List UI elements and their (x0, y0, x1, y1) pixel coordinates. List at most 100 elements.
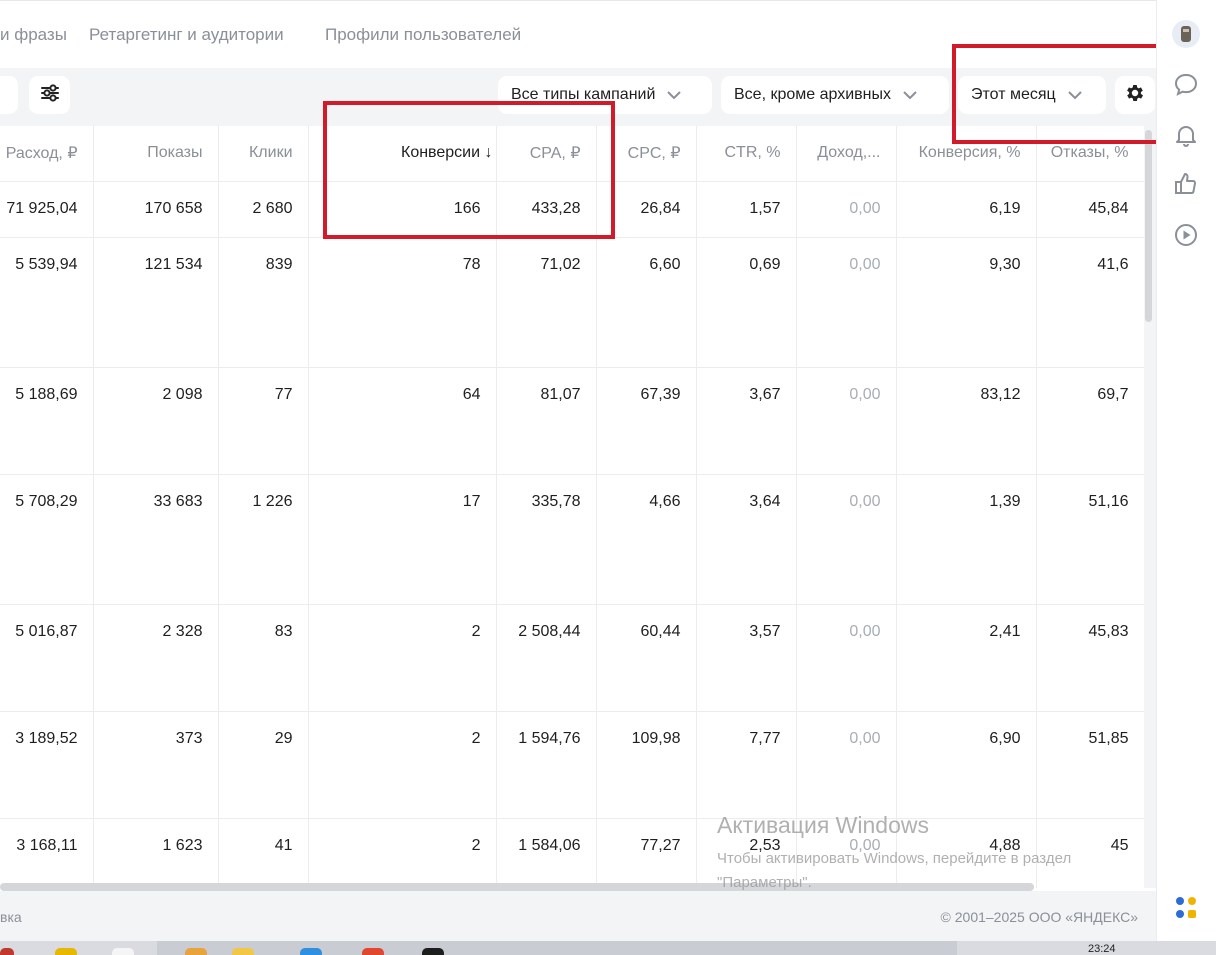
cell-impressions: 170 658 (93, 181, 219, 238)
col-header-cpc[interactable]: CPC, ₽ (596, 126, 697, 182)
tab-user-profiles[interactable]: Профили пользователей (325, 25, 521, 45)
cell-conversions: 2 (308, 711, 497, 819)
tab-phrases[interactable]: и фразы (0, 25, 67, 45)
taskbar-clock: 23:24 (1088, 943, 1116, 955)
cell-ctr: 3,67 (696, 367, 797, 475)
cell-clicks: 2 680 (218, 181, 309, 238)
footer-left-text: вка (0, 909, 22, 925)
cell-cpa: 2 508,44 (496, 604, 597, 712)
taskbar-app-icon[interactable] (232, 948, 254, 955)
cell-conversion-rate: 6,90 (896, 711, 1037, 819)
tab-retargeting[interactable]: Ретаргетинг и аудитории (89, 25, 284, 45)
services-icon[interactable] (1171, 893, 1201, 923)
page-footer: вка © 2001–2025 ООО «ЯНДЕКС» (0, 891, 1156, 941)
cell-revenue: 0,00 (796, 237, 897, 368)
cell-ctr: 0,69 (696, 237, 797, 368)
cell-conversions: 2 (308, 604, 497, 712)
col-header-revenue[interactable]: Доход,... (796, 126, 897, 182)
avatar[interactable] (1171, 19, 1201, 49)
taskbar-app-icon[interactable] (55, 948, 77, 955)
cell-bounce-rate: 69,7 (1036, 367, 1144, 475)
cell-conversion-rate: 83,12 (896, 367, 1037, 475)
status-select[interactable]: Все, кроме архивных (721, 76, 949, 114)
cell-cpa: 81,07 (496, 367, 597, 475)
cell-bounce-rate: 45,83 (1036, 604, 1144, 712)
chevron-down-icon (665, 86, 683, 104)
cell-revenue: 0,00 (796, 181, 897, 238)
bell-icon[interactable] (1171, 120, 1201, 150)
settings-button[interactable] (1115, 76, 1155, 114)
cell-clicks: 41 (218, 818, 309, 888)
filters-button[interactable] (29, 76, 70, 114)
col-header-cpa[interactable]: CPA, ₽ (496, 126, 597, 182)
chevron-down-icon (1066, 86, 1084, 104)
table-row[interactable]: 71 925,04 170 658 2 680 166 433,28 26,84 1,57 0… (0, 181, 1144, 238)
watermark-title: Активация Windows (717, 812, 929, 838)
cell-clicks: 77 (218, 367, 309, 475)
period-select[interactable]: Этот месяц (958, 76, 1106, 114)
cell-cpc: 4,66 (596, 474, 697, 605)
taskbar-app-icon[interactable] (362, 948, 384, 955)
table-row[interactable]: 5 708,29 33 683 1 226 17 335,78 4,66 3,64 0,00 1… (0, 474, 1144, 605)
vertical-scroll-thumb[interactable] (1145, 130, 1152, 322)
search-input-edge[interactable] (0, 76, 18, 114)
cell-impressions: 33 683 (93, 474, 219, 605)
taskbar-app-icon[interactable] (300, 948, 322, 955)
campaign-type-label: Все типы кампаний (511, 86, 656, 103)
cell-cpc: 67,39 (596, 367, 697, 475)
cell-clicks: 29 (218, 711, 309, 819)
cell-clicks: 83 (218, 604, 309, 712)
cell-impressions: 121 534 (93, 237, 219, 368)
cell-ctr: 1,57 (696, 181, 797, 238)
col-header-ctr[interactable]: CTR, % (696, 126, 797, 182)
cell-conversion-rate: 2,41 (896, 604, 1037, 712)
taskbar-app-icon[interactable] (422, 948, 444, 955)
watermark-line1: Чтобы активировать Windows, перейдите в … (717, 850, 1072, 867)
col-header-bounce-rate[interactable]: Отказы, % (1036, 126, 1144, 182)
play-icon[interactable] (1171, 220, 1201, 250)
cell-revenue: 0,00 (796, 711, 897, 819)
table-row[interactable]: 5 539,94 121 534 839 78 71,02 6,60 0,69 0,00 9,3… (0, 237, 1144, 368)
cell-impressions: 1 623 (93, 818, 219, 888)
table-row[interactable]: 5 188,69 2 098 77 64 81,07 67,39 3,67 0,00 83,12… (0, 367, 1144, 475)
period-label: Этот месяц (971, 86, 1056, 103)
cell-conversions: 78 (308, 237, 497, 368)
cell-bounce-rate: 51,85 (1036, 711, 1144, 819)
campaign-type-select[interactable]: Все типы кампаний (498, 76, 712, 114)
col-header-conversions[interactable]: Конверсии ↓ (308, 126, 497, 182)
cell-conversions: 166 (308, 181, 497, 238)
table-row[interactable]: 3 189,52 373 29 2 1 594,76 109,98 7,77 0,00 6,90… (0, 711, 1144, 819)
cell-cpc: 60,44 (596, 604, 697, 712)
cell-conversions: 64 (308, 367, 497, 475)
cell-conversions: 2 (308, 818, 497, 888)
cell-impressions: 373 (93, 711, 219, 819)
taskbar-app-icon[interactable] (185, 948, 207, 955)
cell-impressions: 2 328 (93, 604, 219, 712)
like-icon[interactable] (1171, 169, 1201, 199)
cell-cpa: 71,02 (496, 237, 597, 368)
tab-bar: и фразы Ретаргетинг и аудитории Профили … (0, 0, 1156, 68)
cell-cpc: 26,84 (596, 181, 697, 238)
cell-bounce-rate: 41,6 (1036, 237, 1144, 368)
taskbar-app-icon[interactable] (112, 948, 134, 955)
cell-cost: 3 168,11 (0, 818, 94, 888)
cell-impressions: 2 098 (93, 367, 219, 475)
cell-cost: 5 539,94 (0, 237, 94, 368)
sliders-icon (39, 82, 61, 109)
cell-cpc: 109,98 (596, 711, 697, 819)
cell-conversion-rate: 1,39 (896, 474, 1037, 605)
watermark-line2: "Параметры". (717, 874, 812, 891)
taskbar-app-icon[interactable] (0, 948, 14, 955)
table-row[interactable]: 5 016,87 2 328 83 2 2 508,44 60,44 3,57 0,00 2,4… (0, 604, 1144, 712)
cell-cost: 5 708,29 (0, 474, 94, 605)
cell-ctr: 3,64 (696, 474, 797, 605)
windows-activation-watermark: Активация Windows Чтобы активировать Win… (717, 812, 1071, 895)
col-header-cost[interactable]: Расход, ₽ (0, 126, 94, 182)
col-header-conversion-rate[interactable]: Конверсия, % (896, 126, 1037, 182)
chat-icon[interactable] (1171, 70, 1201, 100)
col-header-impressions[interactable]: Показы (93, 126, 219, 182)
col-header-clicks[interactable]: Клики (218, 126, 309, 182)
cell-cpa: 335,78 (496, 474, 597, 605)
cell-cpc: 6,60 (596, 237, 697, 368)
cell-ctr: 3,57 (696, 604, 797, 712)
